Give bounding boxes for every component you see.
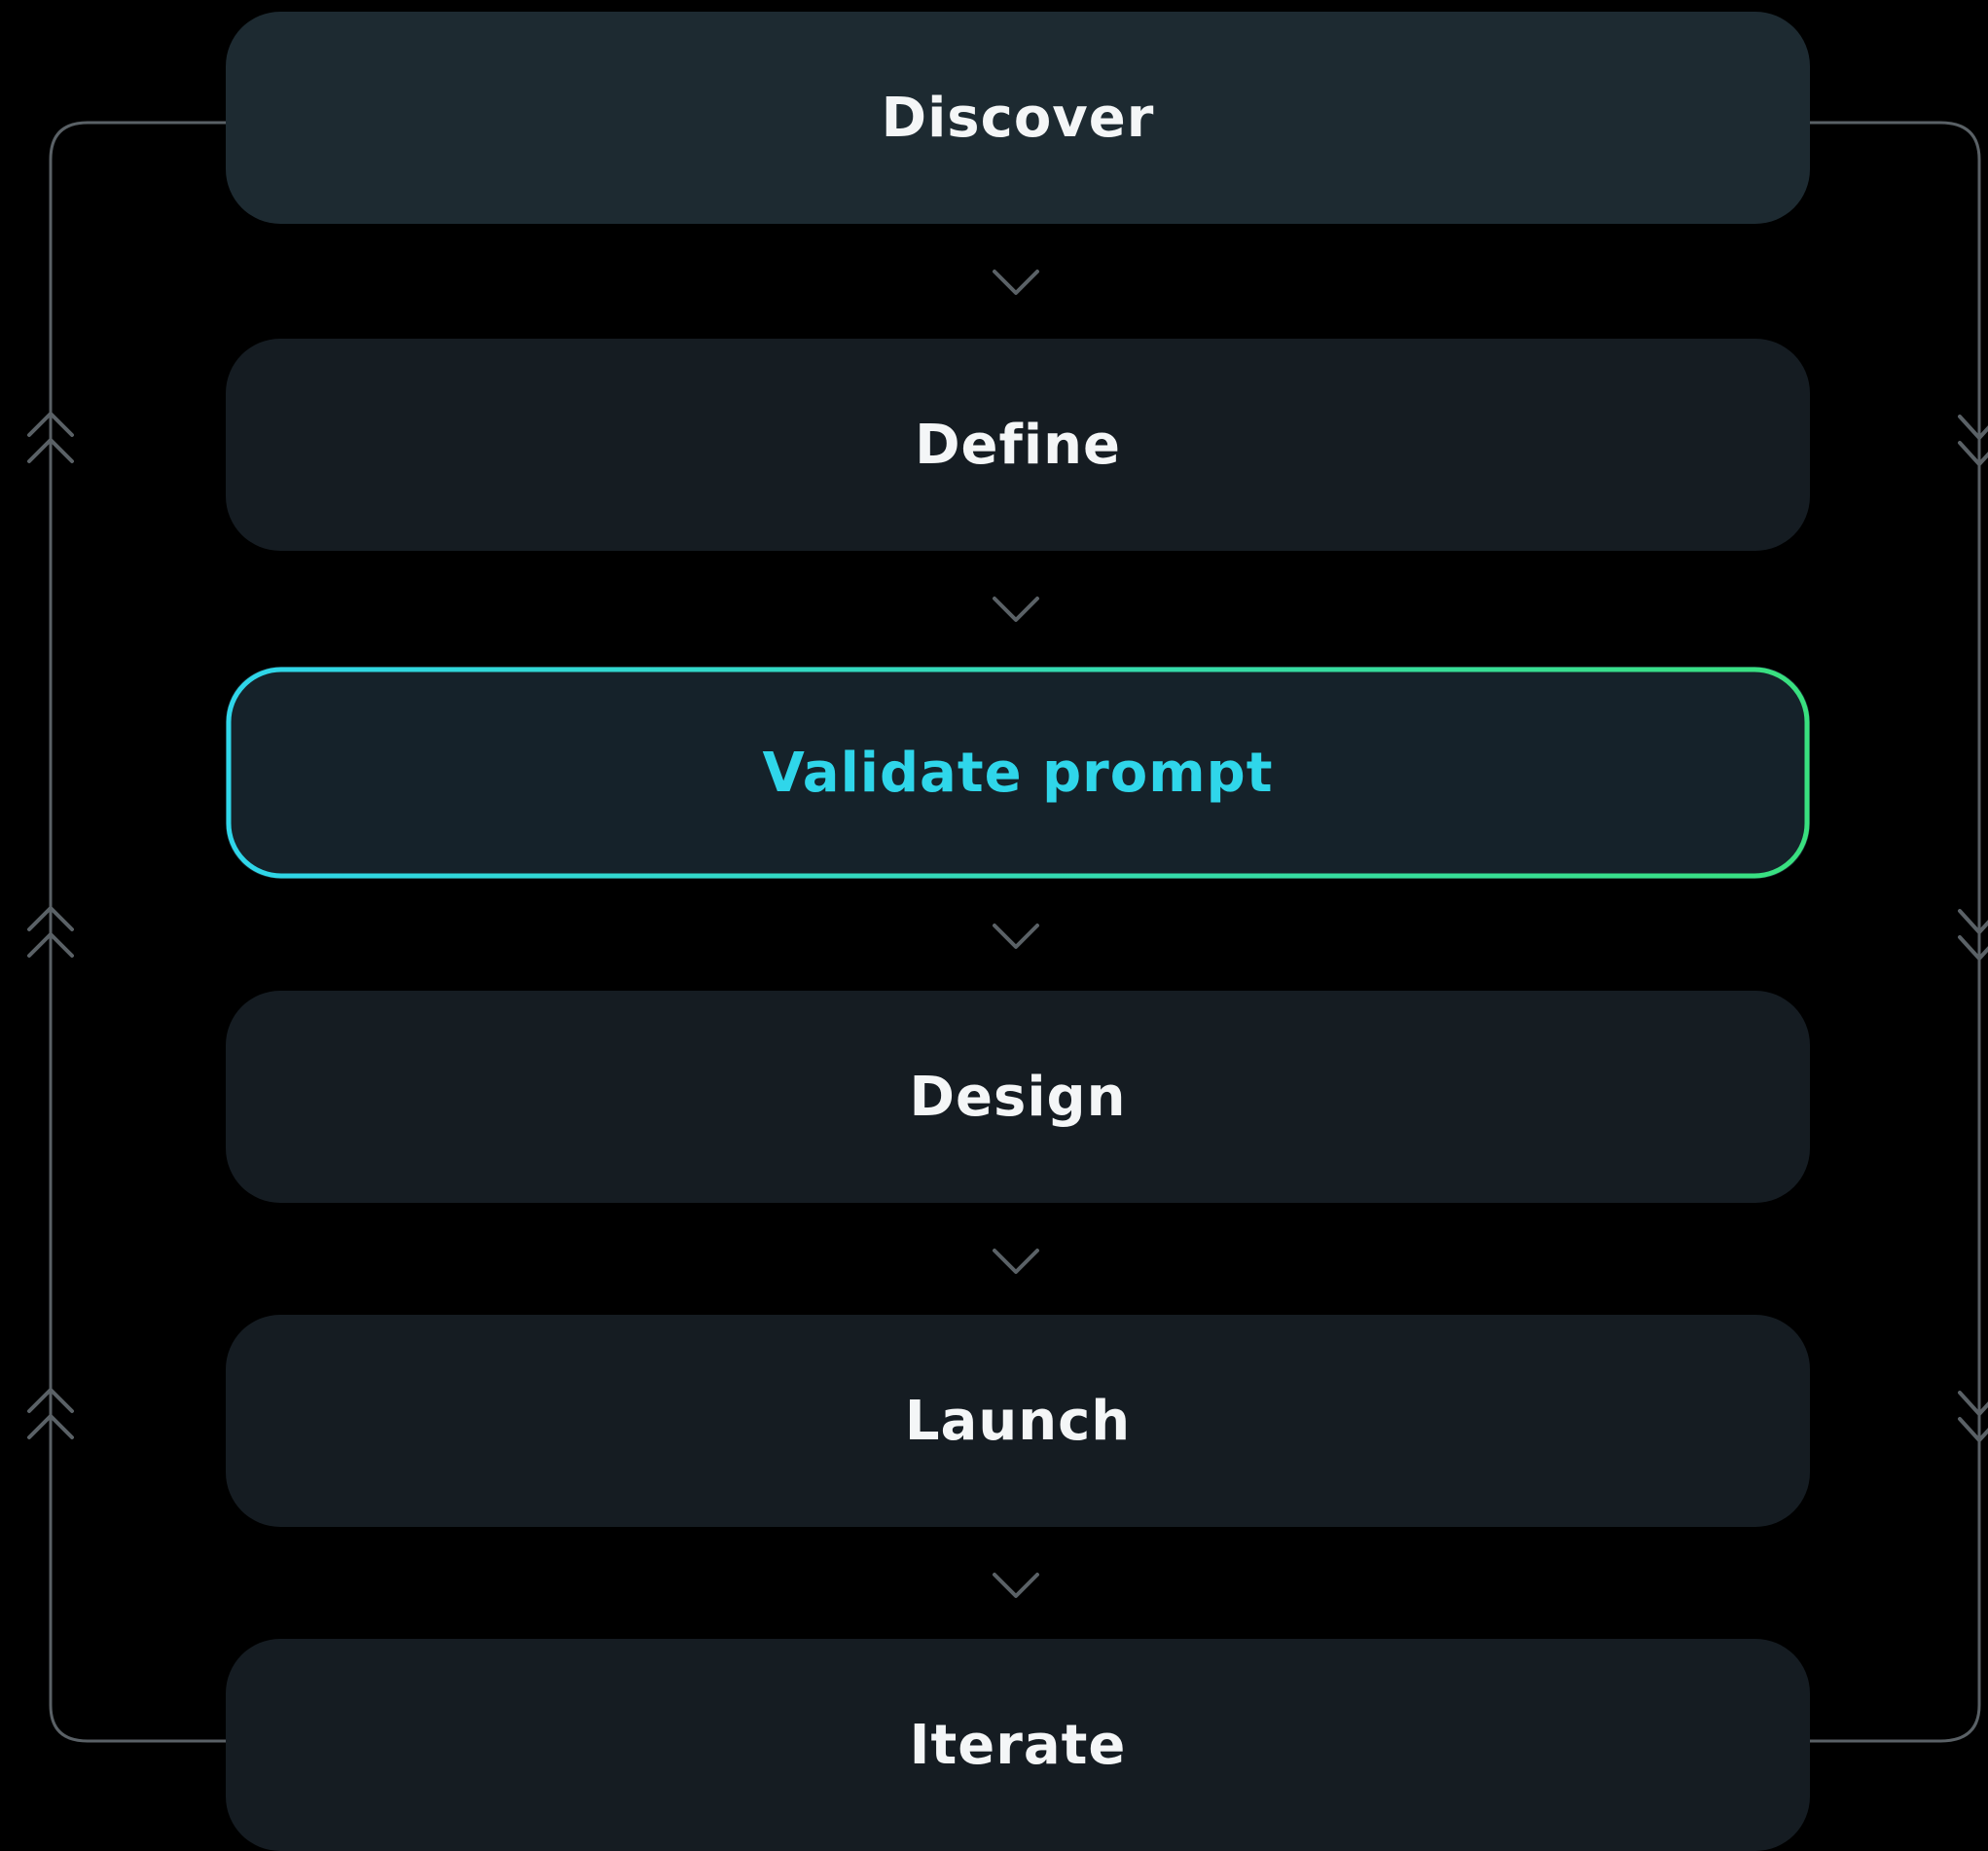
step-label: Discover bbox=[881, 86, 1155, 150]
chevron-down-icon bbox=[993, 1249, 1039, 1274]
step-label: Design bbox=[909, 1065, 1127, 1129]
step-iterate[interactable]: Iterate bbox=[226, 1639, 1810, 1851]
chevron-down-icon bbox=[993, 597, 1039, 622]
double-chevron-down-icon bbox=[1958, 1391, 1988, 1442]
left-loop-line bbox=[49, 121, 226, 1743]
double-chevron-down-icon bbox=[1958, 909, 1988, 961]
loop-connector bbox=[27, 121, 1988, 1743]
chevron-down-icon bbox=[993, 1573, 1039, 1598]
chevron-down-icon bbox=[993, 924, 1039, 949]
step-define[interactable]: Define bbox=[226, 339, 1810, 551]
step-label: Iterate bbox=[909, 1713, 1127, 1777]
right-loop-line bbox=[1810, 121, 1981, 1743]
step-launch[interactable]: Launch bbox=[226, 1315, 1810, 1527]
process-diagram: Discover Define Validate prompt Design L… bbox=[0, 0, 1988, 1851]
step-design[interactable]: Design bbox=[226, 991, 1810, 1203]
chevron-down-icon bbox=[993, 270, 1039, 295]
step-label: Define bbox=[915, 413, 1121, 477]
double-chevron-down-icon bbox=[1958, 415, 1988, 466]
step-validate-prompt[interactable]: Validate prompt bbox=[226, 667, 1810, 879]
step-discover[interactable]: Discover bbox=[226, 12, 1810, 224]
step-label: Launch bbox=[904, 1389, 1132, 1453]
step-label: Validate prompt bbox=[762, 741, 1274, 805]
